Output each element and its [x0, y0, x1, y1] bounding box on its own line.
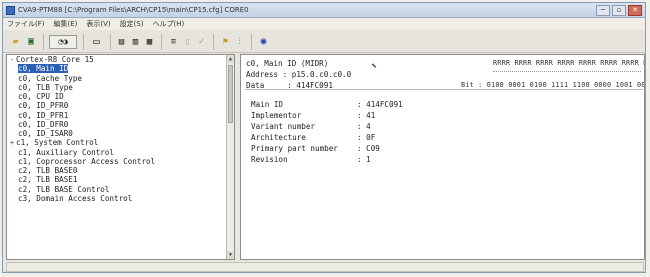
tree-item[interactable]: c1, Coprocessor Access Control: [7, 157, 234, 166]
info-icon[interactable]: ⚑: [219, 35, 232, 49]
field-row: Revision: 1: [251, 155, 371, 164]
scroll-thumb[interactable]: [228, 65, 233, 123]
menu-help[interactable]: ヘルプ(H): [153, 18, 185, 30]
menu-settings[interactable]: 設定(S): [120, 18, 144, 30]
tree-item[interactable]: c2, TLB BASE Control: [7, 185, 234, 194]
tree-item[interactable]: c0, Cache Type: [7, 74, 234, 83]
refresh-icon[interactable]: ◉: [257, 35, 270, 49]
tree-root[interactable]: - Cortex-R8 Core 15: [7, 55, 234, 64]
bit-labels: RRRR RRRR RRRR RRRR RRRR RRRR RRRR RRRR: [493, 59, 645, 67]
bit-prefix: Bit :: [461, 81, 483, 89]
save-icon[interactable]: ▣: [24, 35, 38, 49]
menu-view[interactable]: 表示(V): [86, 18, 110, 30]
tree-item[interactable]: c1, Auxiliary Control: [7, 148, 234, 157]
tree-item[interactable]: c3, Domain Access Control: [7, 194, 234, 203]
tree-item[interactable]: c2, TLB BASE0: [7, 166, 234, 175]
tree-item[interactable]: c0, ID_ISAR0: [7, 129, 234, 138]
field-row: Variant number: 4: [251, 122, 371, 131]
tree-item[interactable]: c0, ID_DFR0: [7, 120, 234, 129]
tree-node[interactable]: + c1, System Control: [7, 138, 234, 147]
menu-bar: ファイル(F) 編集(E) 表示(V) 設定(S) ヘルプ(H): [3, 18, 645, 30]
register-detail-panel: c0, Main ID (MIDR) ⬉ RRRR RRRR RRRR RRRR…: [240, 54, 645, 260]
window-title: CVA9-PTM88 [C:\Program Files\ARCH\CP15\m…: [18, 6, 249, 14]
tree-item[interactable]: c0, ID_PFR1: [7, 111, 234, 120]
tree-item[interactable]: c0, ID_PFR0: [7, 101, 234, 110]
menu-file[interactable]: ファイル(F): [7, 18, 45, 30]
divider: [245, 89, 643, 90]
address-label: Address: [246, 70, 279, 79]
close-button[interactable]: ✕: [628, 5, 642, 16]
collapse-icon[interactable]: -: [8, 55, 16, 64]
address-value: p15.0.c0.c0.0: [291, 70, 352, 79]
scroll-down-icon[interactable]: ▼: [227, 251, 234, 259]
grid-icon[interactable]: ▦: [143, 35, 156, 49]
toolbar: ▰ ▣ ◔◑ ▭ ▤ ▥ ▦ ≡ ▯ ✓ ⚑ ⫶ ◉: [3, 30, 645, 53]
field-row: Implementor: 41: [251, 111, 376, 120]
app-icon: [6, 6, 15, 15]
scroll-up-icon[interactable]: ▲: [227, 55, 234, 63]
tool-icon[interactable]: ⫶: [233, 35, 246, 49]
open-folder-icon[interactable]: ▰: [7, 35, 24, 49]
register-tree[interactable]: - Cortex-R8 Core 15 c0, Main ID c0, Cache…: [6, 54, 235, 260]
tree-item[interactable]: c0, TLB Type: [7, 83, 234, 92]
status-bar: [6, 262, 644, 272]
tree-scrollbar[interactable]: ▲ ▼: [226, 55, 234, 259]
address-row: Address : p15.0.c0.c0.0: [246, 70, 352, 79]
minimize-button[interactable]: ─: [596, 5, 610, 16]
tree-item[interactable]: c0, CPU ID: [7, 92, 234, 101]
bit-values: 0100 0001 0100 1111 1100 0000 1001 0001: [486, 81, 645, 89]
tree-item-main-id[interactable]: c0, Main ID: [7, 64, 234, 74]
field-row: Architecture: 0F: [251, 133, 376, 142]
expand-icon[interactable]: +: [8, 138, 16, 147]
title-bar[interactable]: CVA9-PTM88 [C:\Program Files\ARCH\CP15\m…: [3, 3, 645, 18]
dim-icon[interactable]: ▯: [181, 35, 194, 49]
mouse-cursor-icon: ⬉: [371, 61, 378, 72]
cascade-icon[interactable]: ▤: [115, 35, 128, 49]
tree-item[interactable]: c2, TLB BASE1: [7, 175, 234, 184]
restore-button[interactable]: ▫: [612, 5, 626, 16]
register-header: c0, Main ID (MIDR): [246, 59, 329, 68]
tile-icon[interactable]: ▥: [129, 35, 142, 49]
check-icon[interactable]: ✓: [195, 35, 208, 49]
field-row: Primary part number: C09: [251, 144, 380, 153]
window-icon[interactable]: ▭: [90, 35, 103, 49]
bit-values-row: Bit : 0100 0001 0100 1111 1100 0000 1001…: [461, 81, 645, 89]
find-icon[interactable]: ◔◑: [49, 35, 77, 49]
align-icon[interactable]: ≡: [167, 35, 180, 49]
application-window: CVA9-PTM88 [C:\Program Files\ARCH\CP15\m…: [2, 2, 646, 273]
field-row: Main ID: 414FC091: [251, 100, 403, 109]
menu-edit[interactable]: 編集(E): [54, 18, 78, 30]
